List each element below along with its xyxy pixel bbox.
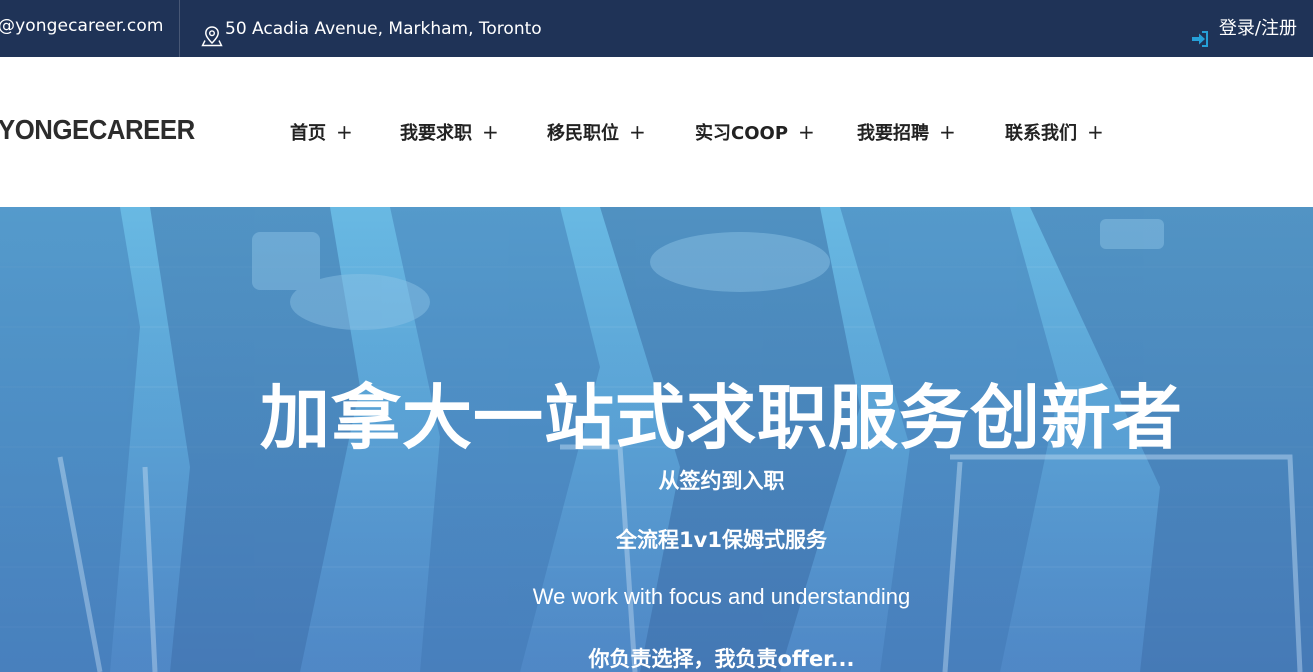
hero-subtitle-2: 全流程1v1保姆式服务 [616, 528, 827, 552]
main-nav: 首页 + 我要求职 + 移民职位 + 实习COOP + 我要招聘 + 联系我们 + [0, 57, 1313, 207]
login-register-label[interactable]: 登录/注册 [1219, 4, 1297, 54]
login-register-link[interactable]: 登录/注册 [1191, 0, 1297, 57]
contact-address: 50 Acadia Avenue, Markham, Toronto [201, 0, 542, 57]
nav-item-hiring[interactable]: 我要招聘 + [857, 57, 956, 207]
hero-subtitle-1: 从签约到入职 [658, 469, 785, 493]
nav-item-home[interactable]: 首页 + [290, 57, 353, 207]
nav-item-contact-us[interactable]: 联系我们 + [1005, 57, 1104, 207]
nav-item-immigration-jobs[interactable]: 移民职位 + [547, 57, 646, 207]
expand-icon[interactable]: + [798, 120, 815, 144]
expand-icon[interactable]: + [482, 120, 499, 144]
expand-icon[interactable]: + [1087, 120, 1104, 144]
expand-icon[interactable]: + [629, 120, 646, 144]
nav-item-label: 实习COOP [695, 123, 789, 144]
site-header: YONGECAREER 首页 + 我要求职 + 移民职位 + 实习COOP + 我要招聘… [0, 57, 1313, 207]
contact-email[interactable]: @yongecareer.com [0, 0, 164, 57]
hero-tagline-en: We work with focus and understanding [532, 584, 911, 609]
sign-in-icon [1191, 18, 1209, 47]
nav-item-label: 联系我们 [1005, 123, 1077, 144]
hero-title: 加拿大一站式求职服务创新者 [260, 377, 1183, 459]
map-pin-icon [201, 16, 223, 46]
nav-item-label: 首页 [290, 123, 326, 144]
hero-banner: 加拿大一站式求职服务创新者 从签约到入职 全流程1v1保姆式服务 We work… [0, 207, 1313, 672]
nav-item-job-seeking[interactable]: 我要求职 + [400, 57, 499, 207]
nav-item-internship-coop[interactable]: 实习COOP + [695, 57, 815, 207]
nav-item-label: 我要求职 [400, 123, 472, 144]
top-bar: @yongecareer.com 50 Acadia Avenue, Markh… [0, 0, 1313, 57]
nav-item-label: 移民职位 [547, 123, 619, 144]
hero-subtitle-4: 你负责选择，我负责offer... [588, 647, 855, 671]
expand-icon[interactable]: + [336, 120, 353, 144]
expand-icon[interactable]: + [939, 120, 956, 144]
nav-item-label: 我要招聘 [857, 123, 929, 144]
address-text: 50 Acadia Avenue, Markham, Toronto [225, 18, 542, 39]
topbar-divider [179, 0, 180, 57]
